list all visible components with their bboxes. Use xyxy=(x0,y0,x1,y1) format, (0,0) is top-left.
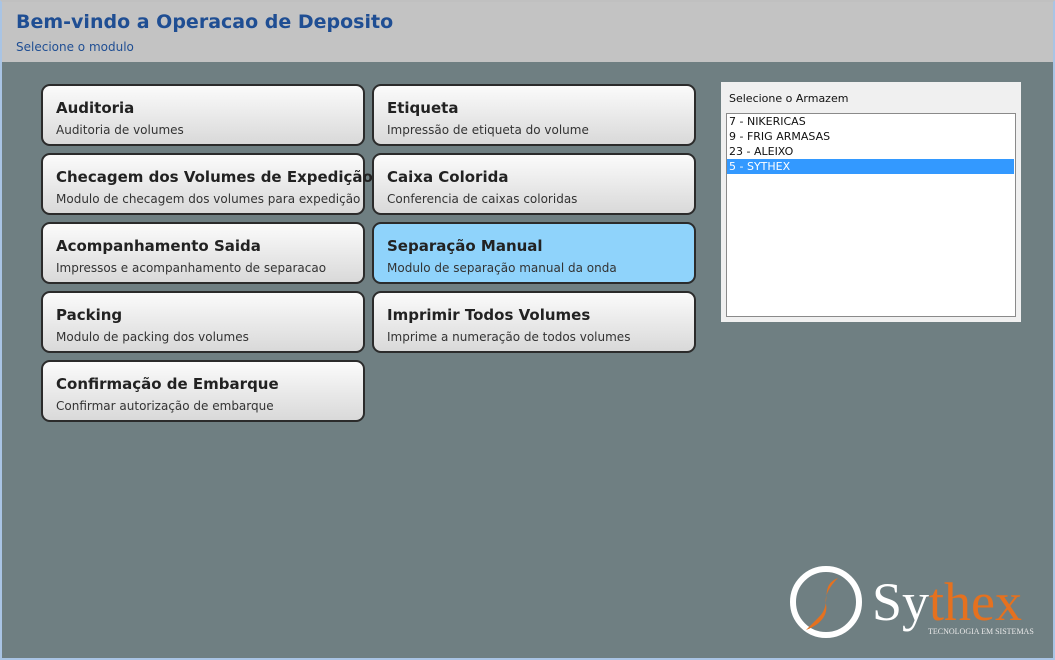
warehouse-option[interactable]: 9 - FRIG ARMASAS xyxy=(727,129,1014,144)
module-button-acompanhamento-saida[interactable]: Acompanhamento Saida Impressos e acompan… xyxy=(41,222,365,284)
module-button-auditoria[interactable]: Auditoria Auditoria de volumes xyxy=(41,84,365,146)
module-button-etiqueta[interactable]: Etiqueta Impressão de etiqueta do volume xyxy=(372,84,696,146)
module-name: Checagem dos Volumes de Expedição xyxy=(56,168,373,186)
module-name: Separação Manual xyxy=(387,237,543,255)
module-button-separacao-manual[interactable]: Separação Manual Modulo de separação man… xyxy=(372,222,696,284)
logo-text-suffix: thex xyxy=(929,572,1022,632)
warehouse-option[interactable]: 7 - NIKERICAS xyxy=(727,114,1014,129)
module-description: Modulo de checagem dos volumes para expe… xyxy=(56,192,361,206)
module-description: Modulo de packing dos volumes xyxy=(56,330,249,344)
module-button-checagem-volumes[interactable]: Checagem dos Volumes de Expedição Modulo… xyxy=(41,153,373,215)
module-button-confirmacao-embarque[interactable]: Confirmação de Embarque Confirmar autori… xyxy=(41,360,365,422)
warehouse-panel: Selecione o Armazem 7 - NIKERICAS 9 - FR… xyxy=(721,82,1021,322)
logo-swoosh-icon xyxy=(806,578,838,630)
logo-text-prefix: Sy xyxy=(872,572,929,632)
module-description: Conferencia de caixas coloridas xyxy=(387,192,578,206)
warehouse-label: Selecione o Armazem xyxy=(729,92,849,105)
warehouse-option-selected[interactable]: 5 - SYTHEX xyxy=(727,159,1014,174)
module-button-packing[interactable]: Packing Modulo de packing dos volumes xyxy=(41,291,365,353)
module-description: Impressão de etiqueta do volume xyxy=(387,123,589,137)
module-name: Packing xyxy=(56,306,123,324)
logo-tagline: TECNOLOGIA EM SISTEMAS xyxy=(928,627,1034,636)
module-name: Acompanhamento Saida xyxy=(56,237,261,255)
module-description: Auditoria de volumes xyxy=(56,123,184,137)
svg-text:Sythex: Sythex xyxy=(872,572,1022,632)
module-description: Imprime a numeração de todos volumes xyxy=(387,330,631,344)
module-name: Etiqueta xyxy=(387,99,459,117)
module-name: Imprimir Todos Volumes xyxy=(387,306,591,324)
module-name: Auditoria xyxy=(56,99,135,117)
module-name: Caixa Colorida xyxy=(387,168,509,186)
warehouse-option[interactable]: 23 - ALEIXO xyxy=(727,144,1014,159)
module-description: Confirmar autorização de embarque xyxy=(56,399,274,413)
sythex-logo: Sythex TECNOLOGIA EM SISTEMAS xyxy=(790,566,1034,638)
page-header: Bem-vindo a Operacao de Deposito Selecio… xyxy=(2,2,1053,62)
module-button-caixa-colorida[interactable]: Caixa Colorida Conferencia de caixas col… xyxy=(372,153,696,215)
page-title: Bem-vindo a Operacao de Deposito xyxy=(16,11,394,33)
warehouse-listbox[interactable]: 7 - NIKERICAS 9 - FRIG ARMASAS 23 - ALEI… xyxy=(726,113,1016,317)
module-description: Modulo de separação manual da onda xyxy=(387,261,617,275)
module-button-imprimir-todos-volumes[interactable]: Imprimir Todos Volumes Imprime a numeraç… xyxy=(372,291,696,353)
module-description: Impressos e acompanhamento de separacao xyxy=(56,261,327,275)
page-subtitle: Selecione o modulo xyxy=(16,40,134,54)
module-name: Confirmação de Embarque xyxy=(56,375,279,393)
